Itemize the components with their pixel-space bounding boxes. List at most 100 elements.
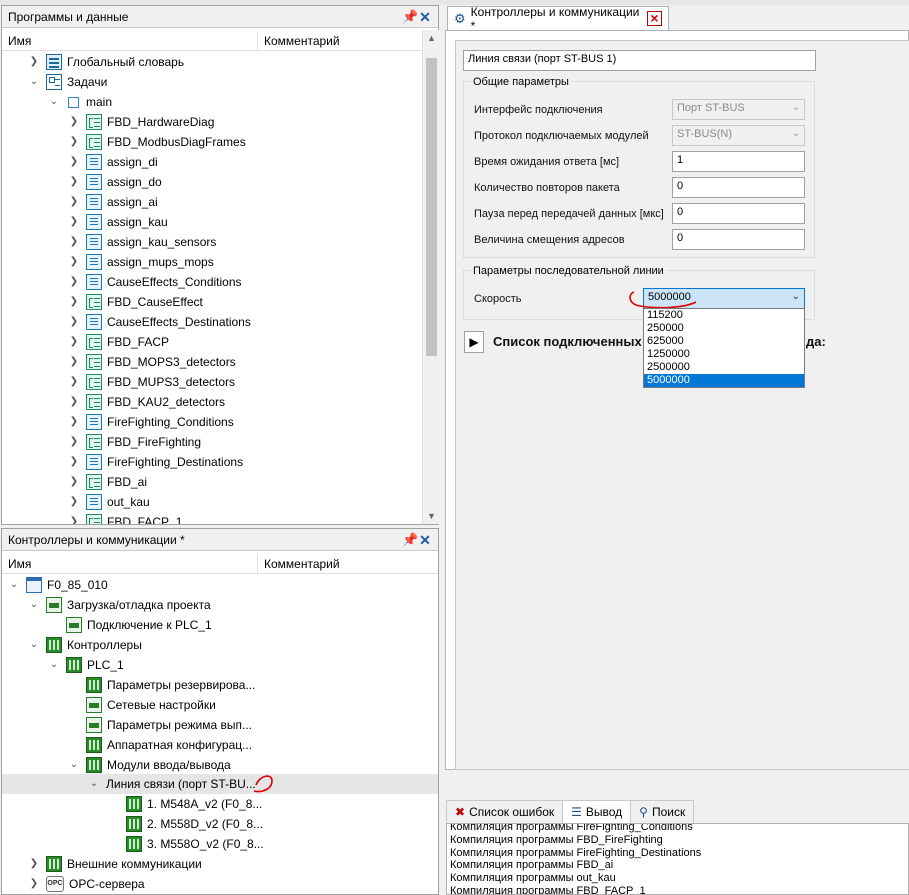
col-comment[interactable]: Комментарий (258, 31, 346, 50)
chevron-right-icon[interactable]: ❯ (68, 136, 80, 148)
address-offset-input[interactable]: 0 (672, 229, 805, 250)
chevron-down-icon[interactable]: ⌄ (48, 659, 60, 671)
tree-item-opc-servers[interactable]: ❯ OPC OPC-сервера (28, 874, 145, 894)
chevron-down-icon[interactable]: ⌄ (68, 759, 80, 771)
tree-item-program[interactable]: ❯ assign_do (68, 172, 162, 192)
tree-item-module[interactable]: 2. M558D_v2 (F0_8... (126, 814, 263, 834)
tree-item-plc-connection[interactable]: Подключение к PLC_1 (66, 615, 212, 635)
chevron-right-icon[interactable]: ❯ (68, 356, 80, 368)
chevron-right-icon[interactable]: ❯ (68, 236, 80, 248)
tab-output[interactable]: ☰ Вывод (562, 800, 632, 824)
scroll-down-icon[interactable]: ▼ (423, 508, 440, 524)
tree-item-global-dict[interactable]: ❯ Глобальный словарь (28, 52, 184, 72)
tree-item-program[interactable]: ❯ FBD_MOPS3_detectors (68, 352, 236, 372)
tree-item-program[interactable]: ❯ assign_kau (68, 212, 168, 232)
tree-item-external-comm[interactable]: ❯ Внешние коммуникации (28, 854, 202, 874)
chevron-right-icon[interactable]: ❯ (68, 436, 80, 448)
speed-option[interactable]: 1250000 (644, 348, 804, 361)
chevron-right-icon[interactable]: ❯ (68, 416, 80, 428)
tree-item-network[interactable]: Сетевые настройки (86, 695, 216, 715)
tree-item-program[interactable]: ❯ FBD_ai (68, 472, 147, 492)
tree-item-program[interactable]: ❯ FBD_FACP_1 (68, 512, 182, 524)
tab-controllers-comm[interactable]: ⚙ Контроллеры и коммуникации * × (447, 5, 669, 33)
chevron-right-icon[interactable]: ❯ (68, 176, 80, 188)
chevron-right-icon[interactable]: ❯ (28, 858, 40, 870)
output-pane[interactable]: Компиляция программы FireFighting_Condit… (446, 823, 909, 895)
tree-item-program[interactable]: ❯ FBD_CauseEffect (68, 292, 203, 312)
speed-option[interactable]: 115200 (644, 309, 804, 322)
close-icon[interactable]: ✕ (418, 533, 432, 547)
tree-item-program[interactable]: ❯ FBD_ModbusDiagFrames (68, 132, 246, 152)
chevron-right-icon[interactable]: ❯ (68, 316, 80, 328)
speed-option[interactable]: 625000 (644, 335, 804, 348)
tree-item-program[interactable]: ❯ FireFighting_Destinations (68, 452, 243, 472)
chevron-down-icon[interactable]: ⌄ (792, 291, 800, 302)
tree-item-hw-config[interactable]: Аппаратная конфигурац... (86, 735, 252, 755)
tree-item-redundancy[interactable]: Параметры резервирова... (86, 675, 255, 695)
tree-item-exec-mode[interactable]: Параметры режима вып... (86, 715, 252, 735)
response-timeout-input[interactable]: 1 (672, 151, 805, 172)
close-icon[interactable]: ✕ (418, 10, 432, 24)
tab-error-list[interactable]: ✖ Список ошибок (446, 800, 564, 824)
tree-item-program[interactable]: ❯ assign_di (68, 152, 158, 172)
pin-icon[interactable]: 📌 (402, 9, 418, 24)
chevron-right-icon[interactable]: ❯ (68, 336, 80, 348)
speed-option-selected[interactable]: 5000000 (644, 374, 804, 387)
tree-item-program[interactable]: ❯ FBD_MUPS3_detectors (68, 372, 235, 392)
chevron-down-icon[interactable]: ⌄ (48, 96, 60, 108)
chevron-right-icon[interactable]: ❯ (68, 196, 80, 208)
chevron-right-icon[interactable]: ❯ (68, 516, 80, 524)
tree-item-program[interactable]: ❯ out_kau (68, 492, 150, 512)
chevron-right-icon[interactable]: ❯ (68, 216, 80, 228)
tree-item-load-debug[interactable]: ⌄ Загрузка/отладка проекта (28, 595, 211, 615)
tab-search[interactable]: ⚲ Поиск (630, 800, 695, 824)
chevron-down-icon[interactable]: ⌄ (8, 579, 20, 591)
chevron-right-icon[interactable]: ❯ (68, 276, 80, 288)
col-comment[interactable]: Комментарий (258, 554, 346, 573)
tree-item-project-root[interactable]: ⌄ F0_85_010 (8, 575, 108, 595)
tree-item-main[interactable]: ⌄ main (48, 92, 112, 112)
chevron-right-icon[interactable]: ❯ (68, 476, 80, 488)
tree-item-program[interactable]: ❯ FBD_HardwareDiag (68, 112, 214, 132)
tree-item-module[interactable]: 1. M548A_v2 (F0_8... (126, 794, 262, 814)
tree-item-program[interactable]: ❯ assign_mups_mops (68, 252, 214, 272)
tree-item-program[interactable]: ❯ FBD_FACP (68, 332, 169, 352)
chevron-right-icon[interactable]: ❯ (68, 256, 80, 268)
scroll-thumb[interactable] (426, 58, 437, 356)
chevron-right-icon[interactable]: ❯ (28, 56, 40, 68)
tree-item-program[interactable]: ❯ CauseEffects_Destinations (68, 312, 251, 332)
tab-close-icon[interactable]: × (647, 11, 662, 26)
scroll-up-icon[interactable]: ▲ (423, 30, 440, 46)
chevron-right-icon[interactable]: ❯ (68, 396, 80, 408)
chevron-right-icon[interactable]: ❯ (68, 156, 80, 168)
tree-item-plc1[interactable]: ⌄ PLC_1 (48, 655, 124, 675)
tree-item-controllers[interactable]: ⌄ Контроллеры (28, 635, 142, 655)
tree-item-comm-line[interactable]: ⌄ Линия связи (порт ST-BU... (88, 774, 256, 794)
chevron-down-icon[interactable]: ⌄ (28, 76, 40, 88)
tree-item-program[interactable]: ❯ assign_kau_sensors (68, 232, 216, 252)
tree-item-program[interactable]: ❯ FireFighting_Conditions (68, 412, 234, 432)
programs-scrollbar[interactable]: ▲ ▼ (422, 30, 439, 524)
tree-item-tasks[interactable]: ⌄ Задачи (28, 72, 107, 92)
retry-count-input[interactable]: 0 (672, 177, 805, 198)
chevron-down-icon[interactable]: ⌄ (28, 599, 40, 611)
tree-item-program[interactable]: ❯ FBD_KAU2_detectors (68, 392, 225, 412)
chevron-right-icon[interactable]: ❯ (68, 456, 80, 468)
tree-item-program[interactable]: ❯ assign_ai (68, 192, 158, 212)
tree-item-io-modules[interactable]: ⌄ Модули ввода/вывода (68, 755, 231, 775)
chevron-right-icon[interactable]: ❯ (68, 116, 80, 128)
line-name-field[interactable]: Линия связи (порт ST-BUS 1) (463, 50, 816, 71)
speed-option[interactable]: 250000 (644, 322, 804, 335)
chevron-right-icon[interactable]: ❯ (68, 496, 80, 508)
tree-item-program[interactable]: ❯ CauseEffects_Conditions (68, 272, 242, 292)
tx-pause-input[interactable]: 0 (672, 203, 805, 224)
chevron-right-icon[interactable]: ❯ (68, 376, 80, 388)
speed-option[interactable]: 2500000 (644, 361, 804, 374)
chevron-right-icon[interactable]: ❯ (28, 878, 40, 890)
chevron-down-icon[interactable]: ⌄ (28, 639, 40, 651)
pin-icon[interactable]: 📌 (402, 532, 418, 547)
col-name[interactable]: Имя (2, 554, 258, 573)
chevron-right-icon[interactable]: ❯ (68, 296, 80, 308)
chevron-down-icon[interactable]: ⌄ (88, 778, 100, 790)
modules-expander[interactable]: ▶ (464, 331, 484, 353)
